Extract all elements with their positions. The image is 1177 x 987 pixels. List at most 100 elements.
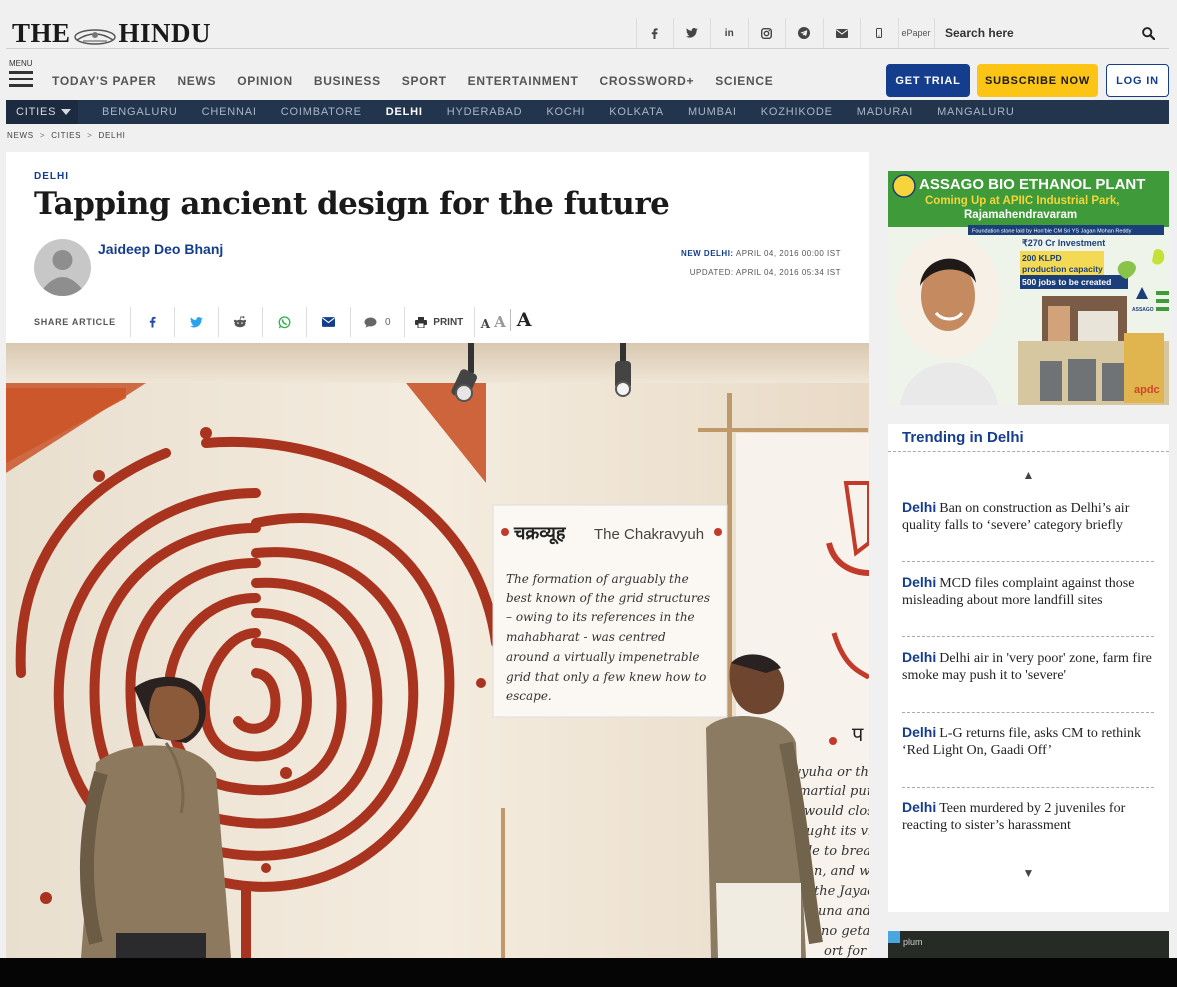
ad-capacity-1: 200 KLPD (1022, 253, 1062, 263)
share-whatsapp-icon[interactable] (263, 307, 307, 337)
nav-opinion[interactable]: OPINION (237, 74, 293, 88)
get-trial-button[interactable]: GET TRIAL (886, 64, 970, 97)
linkedin-icon[interactable]: in (711, 18, 749, 48)
panel-line-8: no getaway (821, 924, 869, 939)
sidebar-ad-bottom[interactable]: plum (888, 931, 1169, 961)
article-hero-image[interactable]: प avyuha or the r martial pur would clos… (6, 343, 869, 958)
comments-button[interactable]: 0 (351, 307, 405, 337)
ad-capacity-2: production capacity (1022, 264, 1103, 274)
share-email-icon[interactable] (307, 307, 351, 337)
city-kochi[interactable]: KOCHI (546, 106, 585, 118)
city-bengaluru[interactable]: BENGALURU (102, 106, 178, 118)
share-facebook-icon[interactable] (131, 307, 175, 337)
city-kolkata[interactable]: KOLKATA (609, 106, 664, 118)
scroll-down-arrow-icon[interactable]: ▼ (888, 866, 1169, 880)
font-size-large[interactable]: A (509, 309, 531, 331)
ad-location: Rajamahendravaram (964, 209, 1077, 221)
breadcrumb: NEWS > CITIES > DELHI (7, 131, 126, 140)
cities-dropdown[interactable]: CITIES (6, 100, 78, 124)
search-icon[interactable] (1135, 26, 1161, 40)
article-card: DELHI Tapping ancient design for the fut… (6, 152, 869, 958)
article-section-tag[interactable]: DELHI (34, 171, 69, 182)
hamburger-menu-icon[interactable] (9, 71, 33, 87)
cities-dropdown-label: CITIES (16, 106, 57, 118)
trending-item[interactable]: Delhi MCD files complaint against those m… (902, 574, 1154, 609)
scroll-up-arrow-icon[interactable]: ▲ (888, 468, 1169, 482)
panel-line-5: n, and was (814, 864, 869, 879)
trending-item[interactable]: Delhi L-G returns file, asks CM to rethin… (902, 724, 1154, 759)
trending-headline: Delhi air in 'very poor' zone, farm fire… (902, 651, 1152, 683)
nav-entertainment[interactable]: ENTERTAINMENT (468, 74, 579, 88)
comment-icon (364, 317, 377, 328)
social-links: in ePaper (636, 18, 935, 48)
nav-science[interactable]: SCIENCE (715, 74, 773, 88)
city-coimbatore[interactable]: COIMBATORE (281, 106, 362, 118)
updated-date: UPDATED: APRIL 04, 2016 05:34 IST (689, 268, 841, 277)
nav-todays-paper[interactable]: TODAY'S PAPER (52, 74, 156, 88)
trending-city-tag: Delhi (902, 499, 937, 515)
font-size-medium[interactable]: A (494, 313, 506, 331)
city-mumbai[interactable]: MUMBAI (688, 106, 737, 118)
trending-panel: Trending in Delhi ▲ Delhi Ban on construc… (888, 424, 1169, 912)
epaper-link[interactable]: ePaper (899, 18, 935, 48)
print-button[interactable]: PRINT (405, 307, 475, 337)
logo-crest-icon (73, 29, 116, 45)
city-chennai[interactable]: CHENNAI (202, 106, 257, 118)
logo-text-the: THE (12, 18, 71, 48)
telegram-icon[interactable] (786, 18, 824, 48)
breadcrumb-cities[interactable]: CITIES (51, 131, 81, 140)
subscribe-button[interactable]: SUBSCRIBE NOW (977, 64, 1098, 97)
cities-bar: CITIES BENGALURU CHENNAI COIMBATORE DELH… (6, 100, 1169, 124)
breadcrumb-news[interactable]: NEWS (7, 131, 34, 140)
breadcrumb-delhi[interactable]: DELHI (99, 131, 126, 140)
ad-apdc-logo: apdc (1134, 384, 1160, 396)
author-avatar (34, 239, 91, 296)
trending-divider (902, 712, 1154, 713)
ad2-brand: plum (903, 937, 923, 947)
panel-line-4: le to break (808, 844, 869, 859)
print-label: PRINT (433, 316, 464, 328)
twitter-icon[interactable] (674, 18, 711, 48)
sign-line-1: best known of the grid structures (506, 591, 710, 605)
main-navigation: TODAY'S PAPER NEWS OPINION BUSINESS SPOR… (52, 74, 773, 88)
instagram-icon[interactable] (749, 18, 786, 48)
share-twitter-icon[interactable] (175, 307, 219, 337)
city-kozhikode[interactable]: KOZHIKODE (761, 106, 833, 118)
ad-choices-icon[interactable] (888, 931, 900, 943)
sidebar-ad-banner[interactable]: ASSAGO BIO ETHANOL PLANT Coming Up at AP… (888, 171, 1169, 405)
facebook-icon[interactable] (636, 18, 674, 48)
city-mangaluru[interactable]: MANGALURU (937, 106, 1015, 118)
login-button[interactable]: LOG IN (1106, 64, 1169, 97)
share-reddit-icon[interactable] (219, 307, 263, 337)
published-date: APRIL 04, 2016 00:00 IST (735, 249, 841, 258)
author-name[interactable]: Jaideep Deo Bhanj (98, 241, 223, 257)
sign-line-6: escape. (506, 689, 552, 703)
font-size-small[interactable]: A (481, 317, 490, 331)
ad-investment: ₹270 Cr Investment (1022, 238, 1105, 248)
search-input[interactable] (935, 26, 1135, 40)
ad-foundation-text: Foundation stone laid by Hon'ble CM Sri … (972, 229, 1132, 235)
city-madurai[interactable]: MADURAI (857, 106, 913, 118)
trending-item[interactable]: Delhi Delhi air in 'very poor' zone, farm… (902, 649, 1154, 684)
article-headline: Tapping ancient design for the future (34, 186, 670, 222)
email-icon[interactable] (824, 18, 861, 48)
nav-crossword[interactable]: CROSSWORD+ (600, 74, 695, 88)
panel-hindi-fragment: प (852, 722, 864, 746)
site-logo[interactable]: THE HINDU (12, 18, 211, 49)
city-delhi[interactable]: DELHI (386, 106, 423, 118)
city-hyderabad[interactable]: HYDERABAD (447, 106, 523, 118)
print-icon (415, 316, 428, 328)
trending-item[interactable]: Delhi Ban on construction as Delhi’s air … (902, 499, 1154, 534)
sign-hindi-title: चक्रव्यूह (513, 523, 567, 545)
trending-city-tag: Delhi (902, 724, 937, 740)
mobile-icon[interactable] (861, 18, 899, 48)
menu-label: MENU (9, 59, 33, 68)
panel-line-7: una and his (818, 904, 869, 919)
nav-sport[interactable]: SPORT (402, 74, 447, 88)
search-box (935, 18, 1167, 48)
sign-line-4: around a virtually impenetrable (506, 650, 700, 664)
nav-business[interactable]: BUSINESS (314, 74, 381, 88)
sign-line-3: mahabharat - was centred (506, 630, 666, 644)
nav-news[interactable]: NEWS (177, 74, 216, 88)
trending-item[interactable]: Delhi Teen murdered by 2 juveniles for re… (902, 799, 1154, 834)
